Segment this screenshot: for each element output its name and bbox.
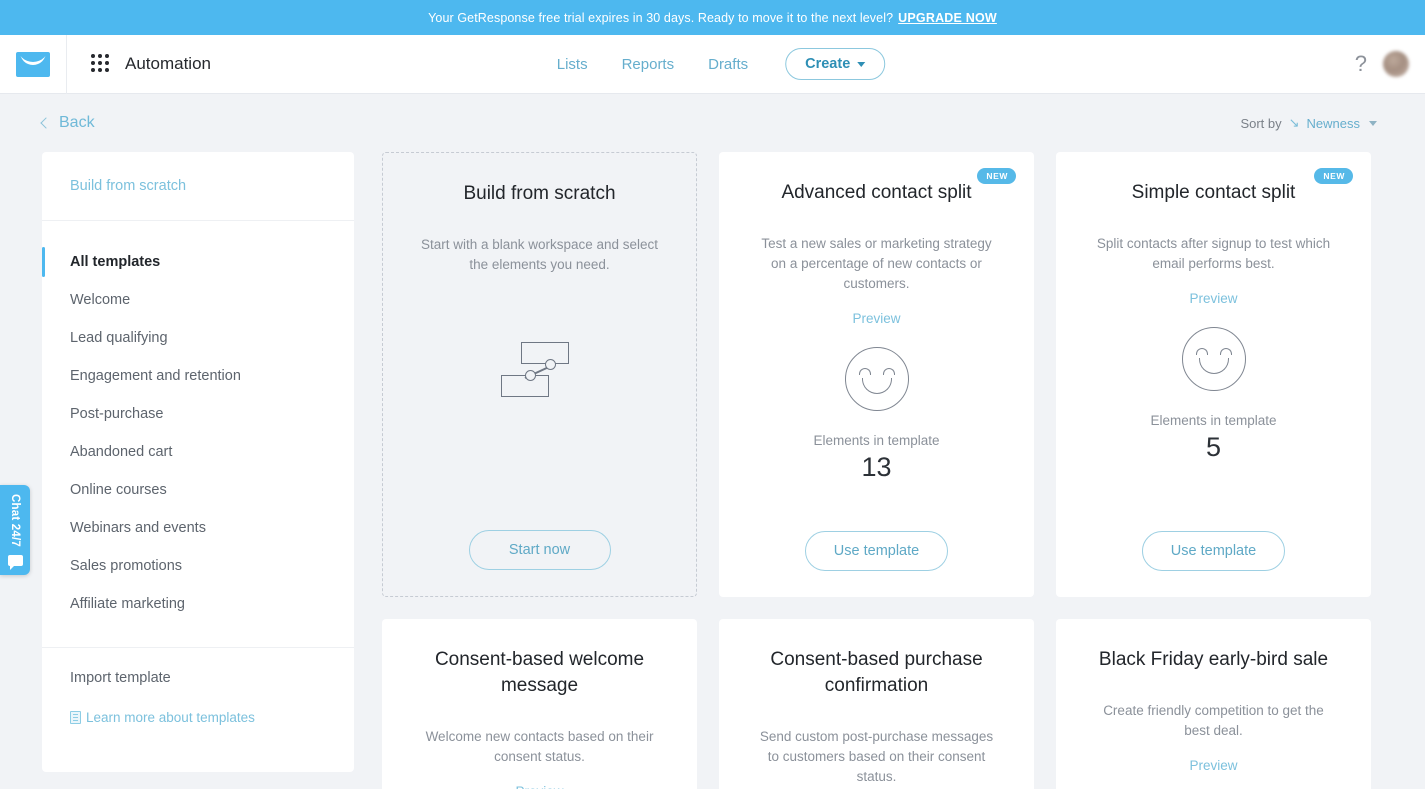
smiley-face-icon: [844, 346, 909, 411]
use-template-button[interactable]: Use template: [1141, 531, 1286, 571]
new-badge: NEW: [1314, 168, 1353, 184]
sidebar-item-online-courses[interactable]: Online courses: [42, 471, 354, 509]
back-button[interactable]: Back: [40, 114, 95, 132]
sidebar-item-webinars-and-events[interactable]: Webinars and events: [42, 509, 354, 547]
sort-value[interactable]: Newness: [1307, 116, 1360, 131]
chat-widget-label: Chat 24/7: [9, 494, 21, 547]
card-title: Advanced contact split: [781, 182, 972, 203]
import-template-link[interactable]: Import template: [70, 670, 354, 686]
template-card-black-friday-early-bird-sale[interactable]: Black Friday early-bird sale Create frie…: [1056, 619, 1371, 789]
template-card-consent-based-purchase-confirmation[interactable]: Consent-based purchase confirmation Send…: [719, 619, 1034, 789]
card-description: Send custom post-purchase messages to cu…: [759, 728, 994, 784]
envelope-icon: [16, 51, 50, 77]
card-title: Consent-based purchase confirmation: [770, 649, 983, 696]
sidebar-item-welcome[interactable]: Welcome: [42, 281, 354, 319]
page-title: Automation: [125, 54, 211, 73]
template-card-advanced-contact-split[interactable]: NEW Advanced contact split Test a new sa…: [719, 152, 1034, 597]
create-button[interactable]: Create: [785, 48, 886, 80]
new-badge: NEW: [977, 168, 1016, 184]
preview-link[interactable]: Preview: [1189, 758, 1237, 773]
sidebar-item-affiliate-marketing[interactable]: Affiliate marketing: [42, 585, 354, 623]
subheader: Back Sort by ↘ Newness: [0, 94, 1425, 152]
sidebar-item-post-purchase[interactable]: Post-purchase: [42, 395, 354, 433]
trial-banner-message: Your GetResponse free trial expires in 3…: [428, 10, 894, 25]
sidebar-item-lead-qualifying[interactable]: Lead qualifying: [42, 319, 354, 357]
sidebar-item-engagement-and-retention[interactable]: Engagement and retention: [42, 357, 354, 395]
back-button-label: Back: [59, 114, 95, 131]
user-avatar[interactable]: [1383, 51, 1409, 77]
template-card-consent-based-welcome-message[interactable]: Consent-based welcome message Welcome ne…: [382, 619, 697, 789]
elements-in-template-count: 5: [1205, 431, 1222, 462]
sort-direction-icon[interactable]: ↘: [1289, 115, 1300, 131]
card-description: Split contacts after signup to test whic…: [1096, 235, 1331, 271]
smiley-face-icon: [1181, 326, 1246, 391]
chevron-down-icon: [857, 61, 866, 67]
template-category-sidebar: Build from scratch All templates Welcome…: [42, 152, 354, 772]
speech-bubble-icon: [7, 554, 23, 570]
top-navigation-bar: Automation Lists Reports Drafts Create ?: [0, 34, 1425, 94]
preview-link[interactable]: Preview: [852, 311, 900, 326]
elements-in-template-label: Elements in template: [813, 432, 940, 448]
nav-link-reports[interactable]: Reports: [605, 56, 692, 73]
nav-link-lists[interactable]: Lists: [540, 56, 605, 73]
help-question-icon[interactable]: ?: [1355, 53, 1367, 75]
chat-widget-launcher[interactable]: Chat 24/7: [0, 485, 30, 575]
sidebar-header: Build from scratch: [42, 152, 354, 221]
elements-in-template-label: Elements in template: [1150, 412, 1277, 428]
primary-nav: Lists Reports Drafts Create: [540, 48, 886, 80]
card-description: Welcome new contacts based on their cons…: [425, 728, 654, 764]
card-title: Build from scratch: [463, 183, 616, 204]
nav-link-drafts[interactable]: Drafts: [691, 56, 765, 73]
elements-in-template-count: 13: [861, 451, 892, 482]
learn-more-about-templates-link[interactable]: Learn more about templates: [70, 710, 354, 725]
start-now-button[interactable]: Start now: [468, 530, 611, 570]
sidebar-footer: Import template Learn more about templat…: [42, 648, 354, 751]
card-description: Test a new sales or marketing strategy o…: [761, 235, 992, 291]
chevron-down-icon[interactable]: [1369, 120, 1377, 126]
sidebar-item-sales-promotions[interactable]: Sales promotions: [42, 547, 354, 585]
template-card-build-from-scratch[interactable]: Build from scratch Start with a blank wo…: [382, 152, 697, 597]
sidebar-item-all-templates[interactable]: All templates: [42, 243, 354, 281]
preview-link[interactable]: Preview: [1189, 291, 1237, 306]
page-body: Build from scratch All templates Welcome…: [0, 152, 1425, 789]
card-title: Consent-based welcome message: [434, 649, 645, 696]
card-description: Start with a blank workspace and select …: [420, 236, 659, 272]
card-title: Black Friday early-bird sale: [1098, 649, 1329, 670]
card-title: Simple contact split: [1131, 182, 1296, 203]
document-icon: [70, 711, 81, 724]
sort-by-label: Sort by: [1240, 115, 1282, 131]
flow-diagram-icon: [497, 341, 583, 402]
getresponse-logo[interactable]: [0, 34, 67, 94]
card-description: Create friendly competition to get the b…: [1103, 702, 1324, 738]
app-launcher-grid-icon[interactable]: [91, 54, 111, 74]
template-card-grid: Build from scratch Start with a blank wo…: [382, 152, 1371, 789]
preview-link[interactable]: Preview: [515, 784, 563, 789]
use-template-button[interactable]: Use template: [804, 531, 949, 571]
learn-more-label: Learn more about templates: [86, 710, 255, 725]
create-button-label: Create: [805, 56, 851, 72]
chevron-left-icon: [40, 116, 52, 129]
sidebar-build-from-scratch-link[interactable]: Build from scratch: [70, 178, 354, 194]
sort-control[interactable]: Sort by ↘ Newness: [1240, 115, 1377, 131]
nav-right-group: ?: [1355, 51, 1425, 77]
sidebar-category-list: All templates Welcome Lead qualifying En…: [42, 221, 354, 648]
upgrade-now-link[interactable]: UPGRADE NOW: [898, 11, 997, 25]
trial-banner: Your GetResponse free trial expires in 3…: [0, 0, 1425, 35]
sidebar-item-abandoned-cart[interactable]: Abandoned cart: [42, 433, 354, 471]
template-card-simple-contact-split[interactable]: NEW Simple contact split Split contacts …: [1056, 152, 1371, 597]
